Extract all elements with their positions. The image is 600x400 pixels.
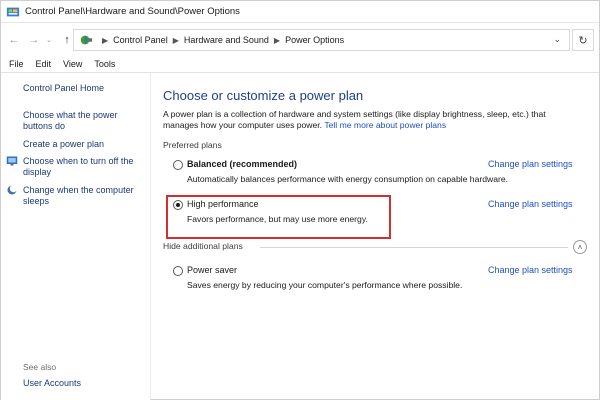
see-also-user-accounts[interactable]: User Accounts: [23, 378, 81, 388]
section-divider: [260, 247, 568, 248]
plan-balanced-change-settings-link[interactable]: Change plan settings: [488, 159, 573, 169]
menu-bar: File Edit View Tools: [1, 56, 599, 72]
menu-view[interactable]: View: [63, 59, 82, 69]
recent-locations-chevron-icon[interactable]: ⌄: [44, 33, 54, 47]
chevron-up-icon[interactable]: ˄: [573, 240, 587, 254]
plan-power-saver-radio[interactable]: [173, 266, 183, 276]
display-shield-icon: [6, 156, 18, 166]
page-description: A power plan is a collection of hardware…: [163, 109, 583, 131]
breadcrumb-separator-icon[interactable]: ▶: [173, 36, 179, 45]
plan-power-saver-change-settings-link[interactable]: Change plan settings: [488, 265, 573, 275]
sidebar-link-create-plan[interactable]: Create a power plan: [23, 139, 141, 150]
chevron-down-icon[interactable]: ⌄: [553, 34, 561, 45]
forward-arrow-icon[interactable]: →: [27, 33, 41, 47]
power-options-icon: [80, 35, 93, 45]
address-bar[interactable]: ▶ Control Panel ▶ Hardware and Sound ▶ P…: [73, 29, 570, 51]
tell-me-more-link[interactable]: Tell me more about power plans: [324, 120, 446, 130]
highlight-box: [166, 195, 391, 239]
hide-additional-plans-row: Hide additional plans ˄: [163, 240, 588, 254]
sidebar: Control Panel Home Choose what the power…: [1, 73, 151, 400]
menu-edit[interactable]: Edit: [36, 59, 52, 69]
breadcrumb-hardware-and-sound[interactable]: Hardware and Sound: [184, 35, 269, 45]
navigation-bar: ← → ⌄ ↑ ▶ Control Panel ▶ Hardware and S…: [1, 28, 599, 52]
power-options-window: Control Panel\Hardware and Sound\Power O…: [0, 0, 600, 400]
plan-balanced-name[interactable]: Balanced (recommended): [187, 159, 297, 169]
up-arrow-icon[interactable]: ↑: [60, 33, 74, 47]
sidebar-link-computer-sleeps[interactable]: Change when the computer sleeps: [23, 185, 141, 207]
menu-file[interactable]: File: [9, 59, 24, 69]
breadcrumb-separator-icon: ▶: [102, 35, 109, 45]
plan-high-performance-change-settings-link[interactable]: Change plan settings: [488, 199, 573, 209]
sidebar-link-turn-off-display[interactable]: Choose when to turn off the display: [23, 156, 141, 178]
hide-additional-plans-label[interactable]: Hide additional plans: [163, 241, 243, 251]
plan-power-saver-name[interactable]: Power saver: [187, 265, 237, 275]
window-title: Control Panel\Hardware and Sound\Power O…: [25, 6, 240, 17]
plan-balanced: Balanced (recommended) Automatically bal…: [163, 158, 588, 188]
title-bar: Control Panel\Hardware and Sound\Power O…: [1, 1, 599, 23]
refresh-icon[interactable]: ↻: [572, 29, 594, 51]
control-panel-icon: [6, 7, 20, 16]
plan-balanced-description: Automatically balances performance with …: [187, 174, 509, 184]
plan-power-saver-description: Saves energy by reducing your computer's…: [187, 280, 463, 290]
breadcrumb-power-options[interactable]: Power Options: [285, 35, 344, 45]
plan-balanced-radio[interactable]: [173, 160, 183, 170]
sleep-moon-icon: [7, 184, 18, 195]
preferred-plans-label: Preferred plans: [163, 140, 222, 150]
breadcrumb-control-panel[interactable]: Control Panel: [113, 35, 168, 45]
menu-tools[interactable]: Tools: [94, 59, 115, 69]
sidebar-control-panel-home[interactable]: Control Panel Home: [23, 83, 141, 94]
back-arrow-icon[interactable]: ←: [7, 33, 21, 47]
sidebar-link-power-buttons[interactable]: Choose what the power buttons do: [23, 110, 141, 132]
plan-power-saver: Power saver Saves energy by reducing you…: [163, 264, 588, 294]
page-title: Choose or customize a power plan: [163, 88, 364, 103]
breadcrumb-separator-icon[interactable]: ▶: [274, 36, 280, 45]
see-also-label: See also: [23, 362, 57, 372]
